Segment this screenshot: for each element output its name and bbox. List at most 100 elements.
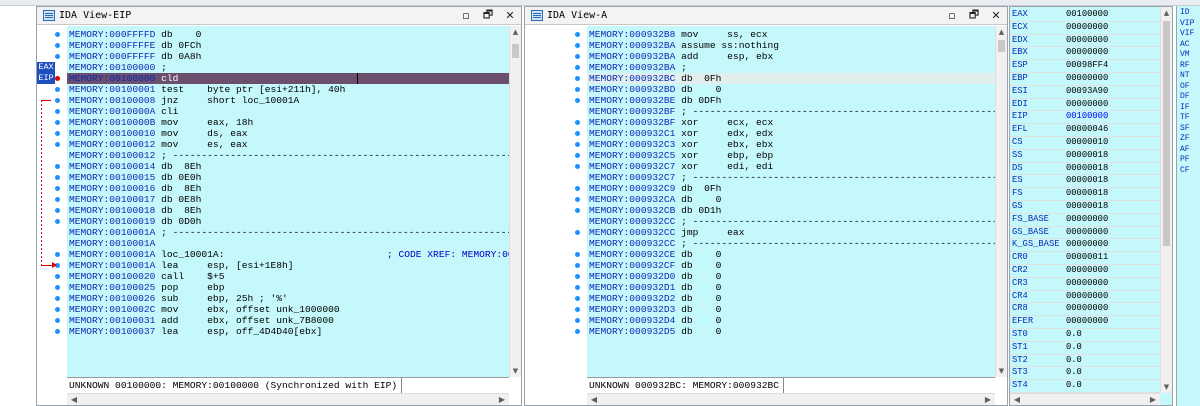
flag-item[interactable]: AF bbox=[1180, 145, 1190, 155]
register-value[interactable]: 00000010 bbox=[1066, 137, 1108, 149]
flag-item[interactable]: ZF bbox=[1180, 134, 1190, 144]
breakpoint-dot-icon[interactable] bbox=[55, 131, 60, 136]
disassembly-line[interactable]: MEMORY:000932BD db 0 bbox=[589, 84, 721, 95]
disassembly-line[interactable]: MEMORY:00100019 db 0D0h bbox=[69, 216, 201, 227]
register-row[interactable]: FS_BASE 00000000 bbox=[1012, 214, 1160, 226]
scroll-right-icon[interactable]: ▶ bbox=[1146, 394, 1160, 406]
breakpoint-dot-icon[interactable] bbox=[575, 164, 580, 169]
disassembly-line[interactable]: MEMORY:000932D1 db 0 bbox=[589, 282, 721, 293]
disassembly-line[interactable]: MEMORY:00100037 lea esp, off_4D4D40[ebx] bbox=[69, 326, 322, 337]
register-row[interactable]: ECX 00000000 bbox=[1012, 22, 1160, 34]
minimize-icon[interactable]: ▫ bbox=[455, 8, 477, 24]
register-value[interactable]: 00000000 bbox=[1066, 265, 1108, 277]
breakpoint-dot-icon[interactable] bbox=[575, 285, 580, 290]
disassembly-line[interactable]: MEMORY:000932C1 xor edx, edx bbox=[589, 128, 773, 139]
register-row[interactable]: EFL 00000046 bbox=[1012, 124, 1160, 136]
disassembly-line[interactable]: MEMORY:000932BA add esp, ebx bbox=[589, 51, 773, 62]
disassembly-line[interactable]: MEMORY:00100014 db 8Eh bbox=[69, 161, 201, 172]
float-window-icon[interactable]: 🗗 bbox=[477, 8, 499, 24]
breakpoint-dot-icon[interactable] bbox=[575, 87, 580, 92]
close-icon[interactable]: ✕ bbox=[985, 8, 1007, 24]
register-value[interactable]: 00000018 bbox=[1066, 150, 1108, 162]
register-row[interactable]: EDI 00000000 bbox=[1012, 99, 1160, 111]
scroll-up-icon[interactable]: ▲ bbox=[510, 26, 521, 38]
scrollbar-thumb[interactable] bbox=[512, 44, 519, 58]
breakpoint-dot-icon[interactable] bbox=[55, 164, 60, 169]
register-row[interactable]: ST0 0.0 bbox=[1012, 329, 1160, 341]
disassembly-line[interactable]: MEMORY:000932CF db 0 bbox=[589, 260, 721, 271]
breakpoint-dot-icon[interactable] bbox=[575, 274, 580, 279]
breakpoint-gutter[interactable]: EAX EIP bbox=[37, 26, 67, 377]
register-value[interactable]: 00000000 bbox=[1066, 73, 1108, 85]
disassembly-line[interactable]: MEMORY:000932D4 db 0 bbox=[589, 315, 721, 326]
register-value[interactable]: 00000000 bbox=[1066, 214, 1108, 226]
register-row[interactable]: DS 00000018 bbox=[1012, 163, 1160, 175]
register-row[interactable]: SS 00000018 bbox=[1012, 150, 1160, 162]
disassembly-line[interactable]: MEMORY:000FFFFE db 0FCh bbox=[69, 40, 201, 51]
disassembly-line[interactable]: MEMORY:000932D3 db 0 bbox=[589, 304, 721, 315]
breakpoint-dot-icon[interactable] bbox=[575, 153, 580, 158]
disassembly-line[interactable]: MEMORY:00100010 mov ds, eax bbox=[69, 128, 247, 139]
register-row[interactable]: ESP 00098FF4 bbox=[1012, 60, 1160, 72]
disassembly-line[interactable]: MEMORY:0010001A bbox=[69, 238, 155, 249]
breakpoint-dot-icon[interactable] bbox=[55, 208, 60, 213]
flag-item[interactable]: TF bbox=[1180, 113, 1190, 123]
register-row[interactable]: CR4 00000000 bbox=[1012, 291, 1160, 303]
disassembly-line[interactable]: MEMORY:00100012 ; ----------------------… bbox=[69, 150, 509, 161]
disassembly-line[interactable]: MEMORY:00100000 cld bbox=[69, 73, 178, 84]
register-value[interactable]: 00000000 bbox=[1066, 47, 1108, 59]
scrollbar-thumb[interactable] bbox=[998, 40, 1005, 52]
breakpoint-gutter[interactable] bbox=[525, 26, 587, 377]
register-row[interactable]: EBX 00000000 bbox=[1012, 47, 1160, 59]
flags-pane[interactable]: ID VIP VIF AC VM RF NT OF DF IF TF SF ZF AF PF CF bbox=[1176, 6, 1200, 406]
registers-horizontal-scrollbar[interactable]: ◀ ▶ bbox=[1010, 393, 1160, 405]
register-value[interactable]: 00000046 bbox=[1066, 124, 1108, 136]
disassembly-line[interactable]: MEMORY:00100012 mov es, eax bbox=[69, 139, 247, 150]
breakpoint-dot-icon[interactable] bbox=[575, 252, 580, 257]
register-value[interactable]: 00000000 bbox=[1066, 35, 1108, 47]
register-row[interactable]: FS 00000018 bbox=[1012, 188, 1160, 200]
breakpoint-dot-icon[interactable] bbox=[55, 285, 60, 290]
breakpoint-dot-icon[interactable] bbox=[575, 230, 580, 235]
scroll-down-icon[interactable]: ▼ bbox=[996, 365, 1007, 377]
breakpoint-dot-icon[interactable] bbox=[55, 219, 60, 224]
breakpoint-dot-icon[interactable] bbox=[575, 263, 580, 268]
disassembly-line[interactable]: MEMORY:00100015 db 0E0h bbox=[69, 172, 201, 183]
flag-item[interactable]: ID bbox=[1180, 8, 1190, 18]
disassembly-line[interactable]: MEMORY:000932BE db 0DFh bbox=[589, 95, 721, 106]
disassembly-line[interactable]: MEMORY:00100017 db 0E8h bbox=[69, 194, 201, 205]
disassembly-line[interactable]: MEMORY:000932CC jmp eax bbox=[589, 227, 744, 238]
register-row[interactable]: CR8 00000000 bbox=[1012, 303, 1160, 315]
registers-vertical-scrollbar[interactable]: ▲ ▼ bbox=[1160, 7, 1172, 393]
register-row[interactable]: ST1 0.0 bbox=[1012, 342, 1160, 354]
scroll-right-icon[interactable]: ▶ bbox=[495, 394, 509, 406]
breakpoint-dot-icon[interactable] bbox=[55, 120, 60, 125]
register-row[interactable]: CR3 00000000 bbox=[1012, 278, 1160, 290]
breakpoint-dot-icon[interactable] bbox=[55, 329, 60, 334]
breakpoint-dot-icon[interactable] bbox=[575, 296, 580, 301]
disassembly-line[interactable]: MEMORY:000932BF xor ecx, ecx bbox=[589, 117, 773, 128]
scroll-down-icon[interactable]: ▼ bbox=[510, 365, 521, 377]
breakpoint-dot-icon[interactable] bbox=[575, 131, 580, 136]
register-row[interactable]: GS 00000018 bbox=[1012, 201, 1160, 213]
breakpoint-dot-icon[interactable] bbox=[55, 274, 60, 279]
minimize-icon[interactable]: ▫ bbox=[941, 8, 963, 24]
ida-view-a-titlebar[interactable]: IDA View-A ▫ 🗗 ✕ bbox=[525, 7, 1007, 25]
disassembly-line[interactable]: MEMORY:00100025 pop ebp bbox=[69, 282, 224, 293]
register-row[interactable]: ESI 00093A90 bbox=[1012, 86, 1160, 98]
disassembly-line[interactable]: MEMORY:00100008 jnz short loc_10001A bbox=[69, 95, 299, 106]
scrollbar-thumb[interactable] bbox=[1163, 21, 1170, 246]
register-value[interactable]: 0.0 bbox=[1066, 355, 1082, 367]
disassembly-line[interactable]: MEMORY:000932C3 xor ebx, ebx bbox=[589, 139, 773, 150]
register-value[interactable]: 00000018 bbox=[1066, 201, 1108, 213]
disassembly-line[interactable]: MEMORY:00100026 sub ebp, 25h ; '%' bbox=[69, 293, 288, 304]
vertical-scrollbar[interactable]: ▲ ▼ bbox=[509, 26, 521, 377]
breakpoint-dot-icon[interactable] bbox=[575, 208, 580, 213]
disassembly-line[interactable]: MEMORY:000932CE db 0 bbox=[589, 249, 721, 260]
register-value[interactable]: 00093A90 bbox=[1066, 86, 1108, 98]
scroll-left-icon[interactable]: ◀ bbox=[1010, 394, 1024, 406]
breakpoint-dot-icon[interactable] bbox=[55, 252, 60, 257]
disassembly-line[interactable]: MEMORY:000932C7 xor edi, edi bbox=[589, 161, 773, 172]
breakpoint-dot-icon[interactable] bbox=[55, 197, 60, 202]
disassembly-line[interactable]: MEMORY:00100000 ; bbox=[69, 62, 167, 73]
